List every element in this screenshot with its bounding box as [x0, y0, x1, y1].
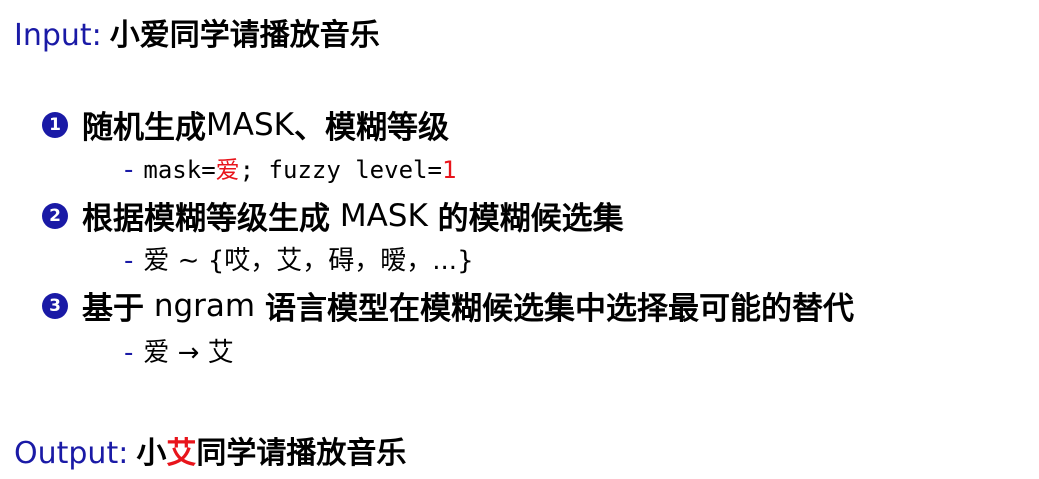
- step-3-text-b: ngram: [144, 287, 265, 324]
- similar-symbol: ∼: [169, 246, 208, 276]
- replacement-char: 艾: [207, 338, 234, 368]
- candidate-set: {哎，艾，碍，暧，...}: [207, 246, 474, 276]
- masked-char: 爱: [215, 156, 240, 184]
- step-2: 2 根据模糊等级生成 MASK 的模糊候选集: [42, 193, 624, 238]
- step-1-text-b: MASK: [206, 106, 294, 143]
- step-3-detail: -爱 → 艾: [124, 332, 234, 369]
- step-1-text-a: 随机生成: [82, 110, 206, 146]
- bullet-dash: -: [124, 155, 134, 185]
- bullet-dash: -: [124, 338, 134, 368]
- step-3-text-a: 基于: [82, 291, 144, 327]
- mask-prefix: mask=: [143, 156, 216, 184]
- step-3-text-c: 语言模型在模糊候选集中选择最可能的替代: [264, 291, 854, 327]
- step-number-badge: 2: [42, 202, 68, 229]
- step-2-text-b: MASK: [330, 197, 438, 234]
- fuzzy-level-value: 1: [441, 156, 457, 184]
- source-char: 爱: [143, 338, 170, 368]
- output-line: Output: 小艾同学请播放音乐: [14, 428, 406, 472]
- output-label: Output:: [14, 436, 129, 471]
- step-1: 1 随机生成 MASK 、模糊等级: [42, 102, 449, 147]
- input-text: 小爱同学请播放音乐: [109, 18, 380, 53]
- arrow-icon: →: [169, 338, 208, 368]
- step-2-text-c: 的模糊候选集: [437, 201, 624, 237]
- output-text-pre: 小: [136, 436, 167, 471]
- step-2-detail: -爱 ∼ {哎，艾，碍，暧，...}: [124, 240, 474, 277]
- bullet-dash: -: [124, 246, 134, 276]
- output-replaced-char: 艾: [166, 436, 197, 471]
- step-1-detail: - mask=爱; fuzzy level=1: [124, 150, 456, 185]
- step-1-text-c: 、模糊等级: [293, 110, 449, 146]
- output-text-post: 同学请播放音乐: [196, 436, 407, 471]
- input-line: Input: 小爱同学请播放音乐: [14, 10, 380, 54]
- step-2-text-a: 根据模糊等级生成: [82, 201, 330, 237]
- step-number-badge: 1: [42, 111, 68, 138]
- input-label: Input:: [14, 18, 102, 53]
- step-number-badge: 3: [42, 292, 68, 319]
- step-3: 3 基于 ngram 语言模型在模糊候选集中选择最可能的替代: [42, 283, 854, 328]
- source-char: 爱: [143, 246, 170, 276]
- fuzzy-label: ; fuzzy level=: [239, 156, 442, 184]
